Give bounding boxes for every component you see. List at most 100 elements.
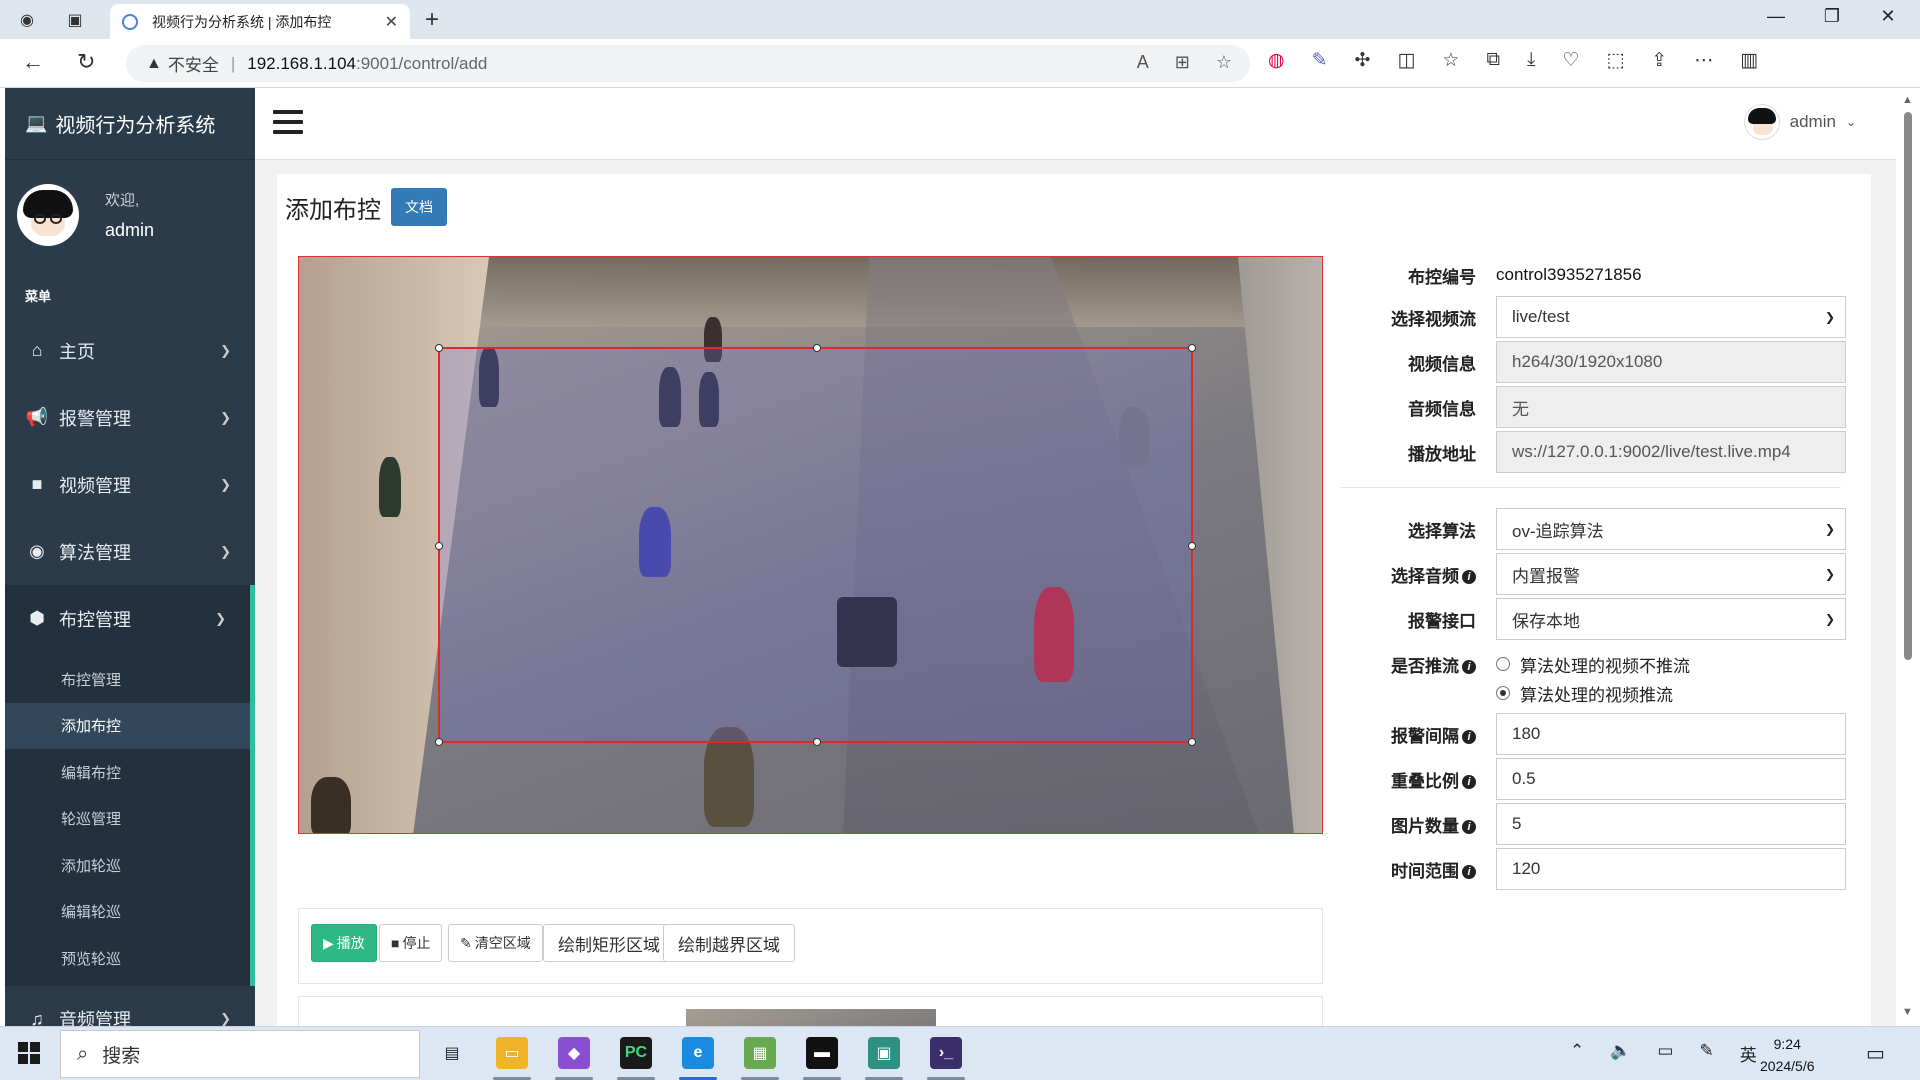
ime-indicator[interactable]: 英 <box>1740 1041 1757 1066</box>
region-handle[interactable] <box>435 738 443 746</box>
top-navbar: admin ⌄ <box>255 88 1896 160</box>
windows-start-icon[interactable] <box>18 1042 40 1064</box>
split-screen-icon[interactable]: ◫ <box>1397 49 1415 72</box>
new-tab-button[interactable]: + <box>425 6 439 34</box>
pen-extension-icon[interactable]: ✎ <box>1312 49 1328 72</box>
image-count-input[interactable]: 5 <box>1496 803 1846 845</box>
tab-close-icon[interactable]: ✕ <box>385 12 398 32</box>
play-url-field[interactable]: ws://127.0.0.1:9002/live/test.live.mp4 <box>1496 431 1846 473</box>
scroll-down-icon[interactable]: ▼ <box>1902 1006 1913 1018</box>
notification-icon[interactable]: ▭ <box>1866 1041 1885 1066</box>
maximize-button[interactable]: ❐ <box>1812 6 1852 27</box>
pycharm-icon[interactable]: PC <box>620 1037 652 1069</box>
close-window-button[interactable]: ✕ <box>1868 6 1908 27</box>
sidebar-item-home[interactable]: ⌂ 主页 ❯ <box>5 317 255 384</box>
submenu-control-list[interactable]: 布控管理 <box>5 656 250 703</box>
doc-button[interactable]: 文档 <box>391 188 447 226</box>
visual-studio-icon[interactable]: ◆ <box>558 1037 590 1069</box>
submenu-add-patrol[interactable]: 添加轮巡 <box>5 842 250 889</box>
sidebar-toggle-icon[interactable]: ▥ <box>1740 49 1758 72</box>
volume-icon[interactable]: 🔈 <box>1610 1041 1631 1066</box>
draw-line-button[interactable]: 绘制越界区域 <box>663 924 795 962</box>
task-view-icon[interactable]: ▤ <box>436 1037 468 1069</box>
terminal-icon[interactable]: ▬ <box>806 1037 838 1069</box>
image-viewer-icon[interactable]: ▦ <box>744 1037 776 1069</box>
security-label[interactable]: 不安全 <box>168 51 219 76</box>
browser-profile-icon[interactable]: ◉ <box>14 7 40 33</box>
sidebar-item-algorithm[interactable]: ◉ 算法管理 ❯ <box>5 518 255 585</box>
minimize-button[interactable]: — <box>1756 6 1796 27</box>
app-brand[interactable]: 💻 视频行为分析系统 <box>5 88 255 160</box>
submenu-preview-patrol[interactable]: 预览轮巡 <box>5 935 250 982</box>
sidebar-item-alarm[interactable]: 📢 报警管理 ❯ <box>5 384 255 451</box>
video-info-field[interactable]: h264/30/1920x1080 <box>1496 341 1846 383</box>
screenshot-icon[interactable]: ⬚ <box>1606 49 1624 72</box>
region-handle[interactable] <box>813 738 821 746</box>
show-hidden-icon[interactable]: ⌃ <box>1570 1041 1584 1066</box>
powershell-icon[interactable]: ›_ <box>930 1037 962 1069</box>
region-handle[interactable] <box>813 344 821 352</box>
browser-tab-bar: ◉ ▣ 视频行为分析系统 | 添加布控 ✕ + — ❐ ✕ <box>0 0 1920 39</box>
back-icon[interactable]: ← <box>22 49 44 75</box>
hamburger-menu-icon[interactable] <box>273 110 303 140</box>
sidebar-item-control[interactable]: ⬢ 布控管理 ❯ <box>5 585 255 652</box>
sound-select[interactable]: 内置报警 ❯ <box>1496 553 1846 595</box>
refresh-icon[interactable]: ↻ <box>77 49 95 75</box>
user-menu[interactable]: admin ⌄ <box>1743 104 1856 140</box>
region-handle[interactable] <box>435 344 443 352</box>
url-path[interactable]: :9001/control/add <box>356 54 487 74</box>
clock-date: 2024/5/6 <box>1760 1058 1815 1074</box>
region-handle[interactable] <box>435 542 443 550</box>
app-available-icon[interactable]: ⊞ <box>1175 52 1190 73</box>
stop-button[interactable]: ■ 停止 <box>379 924 443 962</box>
sidebar-item-audio[interactable]: ♫ 音频管理 ❯ <box>5 986 255 1027</box>
region-handle[interactable] <box>1188 344 1196 352</box>
share-icon[interactable]: ⇪ <box>1651 49 1667 72</box>
file-explorer-icon[interactable]: ▭ <box>496 1037 528 1069</box>
video-preview[interactable] <box>298 256 1323 834</box>
submenu-patrol-list[interactable]: 轮巡管理 <box>5 796 250 843</box>
url-host[interactable]: 192.168.1.104 <box>247 54 356 74</box>
downloads-icon[interactable]: ⤓ <box>1527 49 1535 72</box>
warning-icon[interactable]: ▲ <box>146 55 162 73</box>
submenu-add-control[interactable]: 添加布控 <box>5 702 250 749</box>
overlap-input[interactable]: 0.5 <box>1496 758 1846 800</box>
page-scrollbar[interactable]: ▲ ▼ <box>1896 88 1920 1026</box>
interval-input[interactable]: 180 <box>1496 713 1846 755</box>
submenu-edit-control[interactable]: 编辑布控 <box>5 749 250 796</box>
pen-icon[interactable]: ✎ <box>1699 1041 1713 1066</box>
taskbar-search[interactable]: ⌕ 搜索 <box>60 1030 420 1078</box>
tab-actions-icon[interactable]: ▣ <box>62 7 88 33</box>
read-aloud-icon[interactable]: A <box>1137 52 1149 73</box>
alarm-api-select[interactable]: 保存本地 ❯ <box>1496 598 1846 640</box>
address-bar[interactable]: ▲ 不安全 | 192.168.1.104 :9001/control/add … <box>126 45 1250 82</box>
clock[interactable]: 9:24 2024/5/6 <box>1760 1033 1815 1077</box>
stream-select[interactable]: live/test ❯ <box>1496 296 1846 338</box>
chevron-down-icon: ⌄ <box>1845 115 1856 129</box>
performance-icon[interactable]: ♡ <box>1562 49 1579 72</box>
clear-region-button[interactable]: ✎ 清空区域 <box>448 924 543 962</box>
time-range-input[interactable]: 120 <box>1496 848 1846 890</box>
collections-icon[interactable]: ⧉ <box>1486 49 1500 72</box>
push-option-on[interactable]: 算法处理的视频推流 <box>1496 681 1673 706</box>
scrollbar-thumb[interactable] <box>1904 112 1912 660</box>
favorite-star-icon[interactable]: ☆ <box>1216 52 1232 73</box>
play-button[interactable]: ▶ 播放 <box>311 924 377 962</box>
algorithm-select[interactable]: ov-追踪算法 ❯ <box>1496 508 1846 550</box>
favorites-icon[interactable]: ☆ <box>1442 49 1459 72</box>
browser-tab-active[interactable]: 视频行为分析系统 | 添加布控 ✕ <box>110 4 410 39</box>
submenu-edit-patrol[interactable]: 编辑轮巡 <box>5 889 250 936</box>
detection-region[interactable] <box>435 344 1196 746</box>
draw-rect-button[interactable]: 绘制矩形区域 <box>543 924 675 962</box>
sidebar-item-video[interactable]: ■ 视频管理 ❯ <box>5 451 255 518</box>
color-extension-icon[interactable]: ◍ <box>1268 49 1285 72</box>
extensions-icon[interactable]: ✣ <box>1355 49 1371 72</box>
more-menu-icon[interactable]: ⋯ <box>1694 49 1713 72</box>
scroll-up-icon[interactable]: ▲ <box>1902 94 1913 106</box>
edge-browser-icon[interactable]: e <box>682 1037 714 1069</box>
app-window-icon[interactable]: ▣ <box>868 1037 900 1069</box>
audio-info-field[interactable]: 无 <box>1496 386 1846 428</box>
region-handle[interactable] <box>1188 738 1196 746</box>
network-icon[interactable]: ▭ <box>1657 1041 1673 1066</box>
region-handle[interactable] <box>1188 542 1196 550</box>
